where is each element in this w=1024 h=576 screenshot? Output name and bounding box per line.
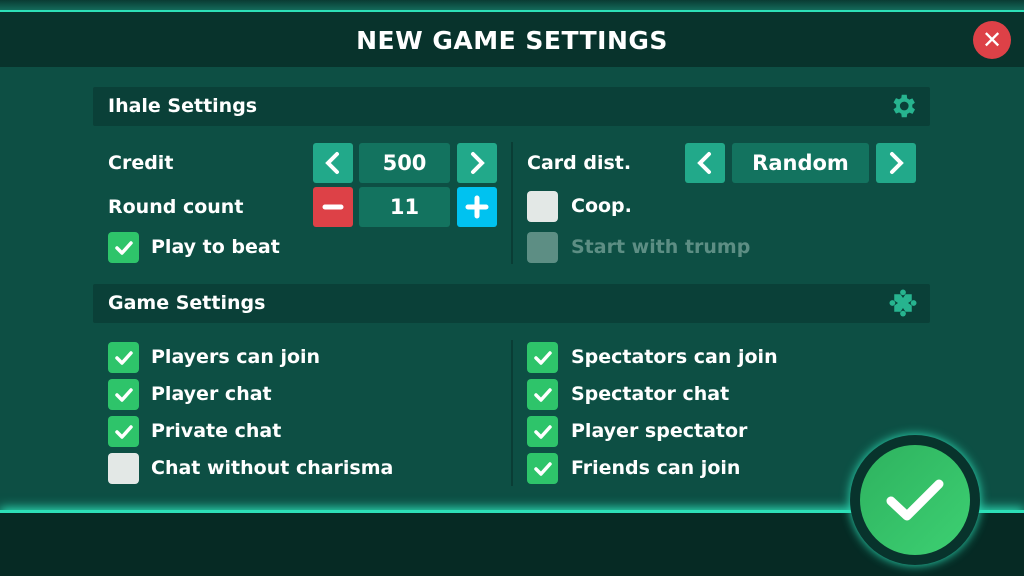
chat-without-charisma-checkbox[interactable] xyxy=(108,453,139,484)
chevron-right-icon xyxy=(890,152,904,174)
checkmark-icon xyxy=(114,350,133,365)
checkmark-icon xyxy=(533,424,552,439)
play-to-beat-checkbox[interactable] xyxy=(108,232,139,263)
card-dist-value: Random xyxy=(732,143,869,183)
private-chat-checkbox[interactable] xyxy=(108,416,139,447)
section-title: Game Settings xyxy=(108,292,266,314)
checkmark-icon xyxy=(533,350,552,365)
player-spectator-label: Player spectator xyxy=(571,420,748,442)
checkmark-icon xyxy=(533,387,552,402)
card-dist-next-button[interactable] xyxy=(876,143,916,183)
column-divider xyxy=(511,340,513,486)
players-can-join-checkbox[interactable] xyxy=(108,342,139,373)
column-divider xyxy=(511,142,513,264)
chevron-left-icon xyxy=(325,152,339,174)
plus-icon xyxy=(465,195,489,219)
credit-value: 500 xyxy=(359,143,450,183)
close-button[interactable]: ✕ xyxy=(973,21,1011,59)
ihale-settings-header: Ihale Settings xyxy=(93,87,930,126)
player-spectator-checkbox[interactable] xyxy=(527,416,558,447)
play-to-beat-label: Play to beat xyxy=(151,236,280,258)
checkmark-icon xyxy=(114,424,133,439)
players-can-join-label: Players can join xyxy=(151,346,321,368)
spectator-chat-checkbox[interactable] xyxy=(527,379,558,410)
checkmark-icon xyxy=(114,387,133,402)
checkmark-icon xyxy=(886,479,944,521)
credit-decrease-button[interactable] xyxy=(313,143,353,183)
friends-can-join-label: Friends can join xyxy=(571,457,741,479)
checkmark-icon xyxy=(114,240,133,255)
player-chat-checkbox[interactable] xyxy=(108,379,139,410)
close-icon: ✕ xyxy=(981,26,1003,54)
chat-without-charisma-label: Chat without charisma xyxy=(151,457,394,479)
friends-can-join-checkbox[interactable] xyxy=(527,453,558,484)
header: NEW GAME SETTINGS ✕ xyxy=(0,12,1024,67)
spectator-chat-label: Spectator chat xyxy=(571,383,730,405)
start-with-trump-label: Start with trump xyxy=(571,236,751,258)
chevron-left-icon xyxy=(697,152,711,174)
confirm-button[interactable] xyxy=(860,445,970,555)
credit-increase-button[interactable] xyxy=(457,143,497,183)
spectators-can-join-label: Spectators can join xyxy=(571,346,778,368)
card-dist-label: Card dist. xyxy=(527,152,632,174)
private-chat-label: Private chat xyxy=(151,420,282,442)
minus-icon xyxy=(322,204,344,210)
round-count-value: 11 xyxy=(359,187,450,227)
coop-checkbox[interactable] xyxy=(527,191,558,222)
round-count-label: Round count xyxy=(108,196,244,218)
player-chat-label: Player chat xyxy=(151,383,272,405)
round-count-decrease-button[interactable] xyxy=(313,187,353,227)
round-count-increase-button[interactable] xyxy=(457,187,497,227)
game-settings-header: Game Settings xyxy=(93,284,930,323)
card-dist-prev-button[interactable] xyxy=(685,143,725,183)
credit-label: Credit xyxy=(108,152,174,174)
puzzle-icon xyxy=(889,289,917,317)
top-strip xyxy=(0,0,1024,12)
checkmark-icon xyxy=(533,461,552,476)
spectators-can-join-checkbox[interactable] xyxy=(527,342,558,373)
page-title: NEW GAME SETTINGS xyxy=(356,26,668,55)
section-title: Ihale Settings xyxy=(108,95,258,117)
chevron-right-icon xyxy=(471,152,485,174)
start-with-trump-checkbox xyxy=(527,232,558,263)
gear-icon xyxy=(893,94,915,118)
coop-label: Coop. xyxy=(571,195,632,217)
